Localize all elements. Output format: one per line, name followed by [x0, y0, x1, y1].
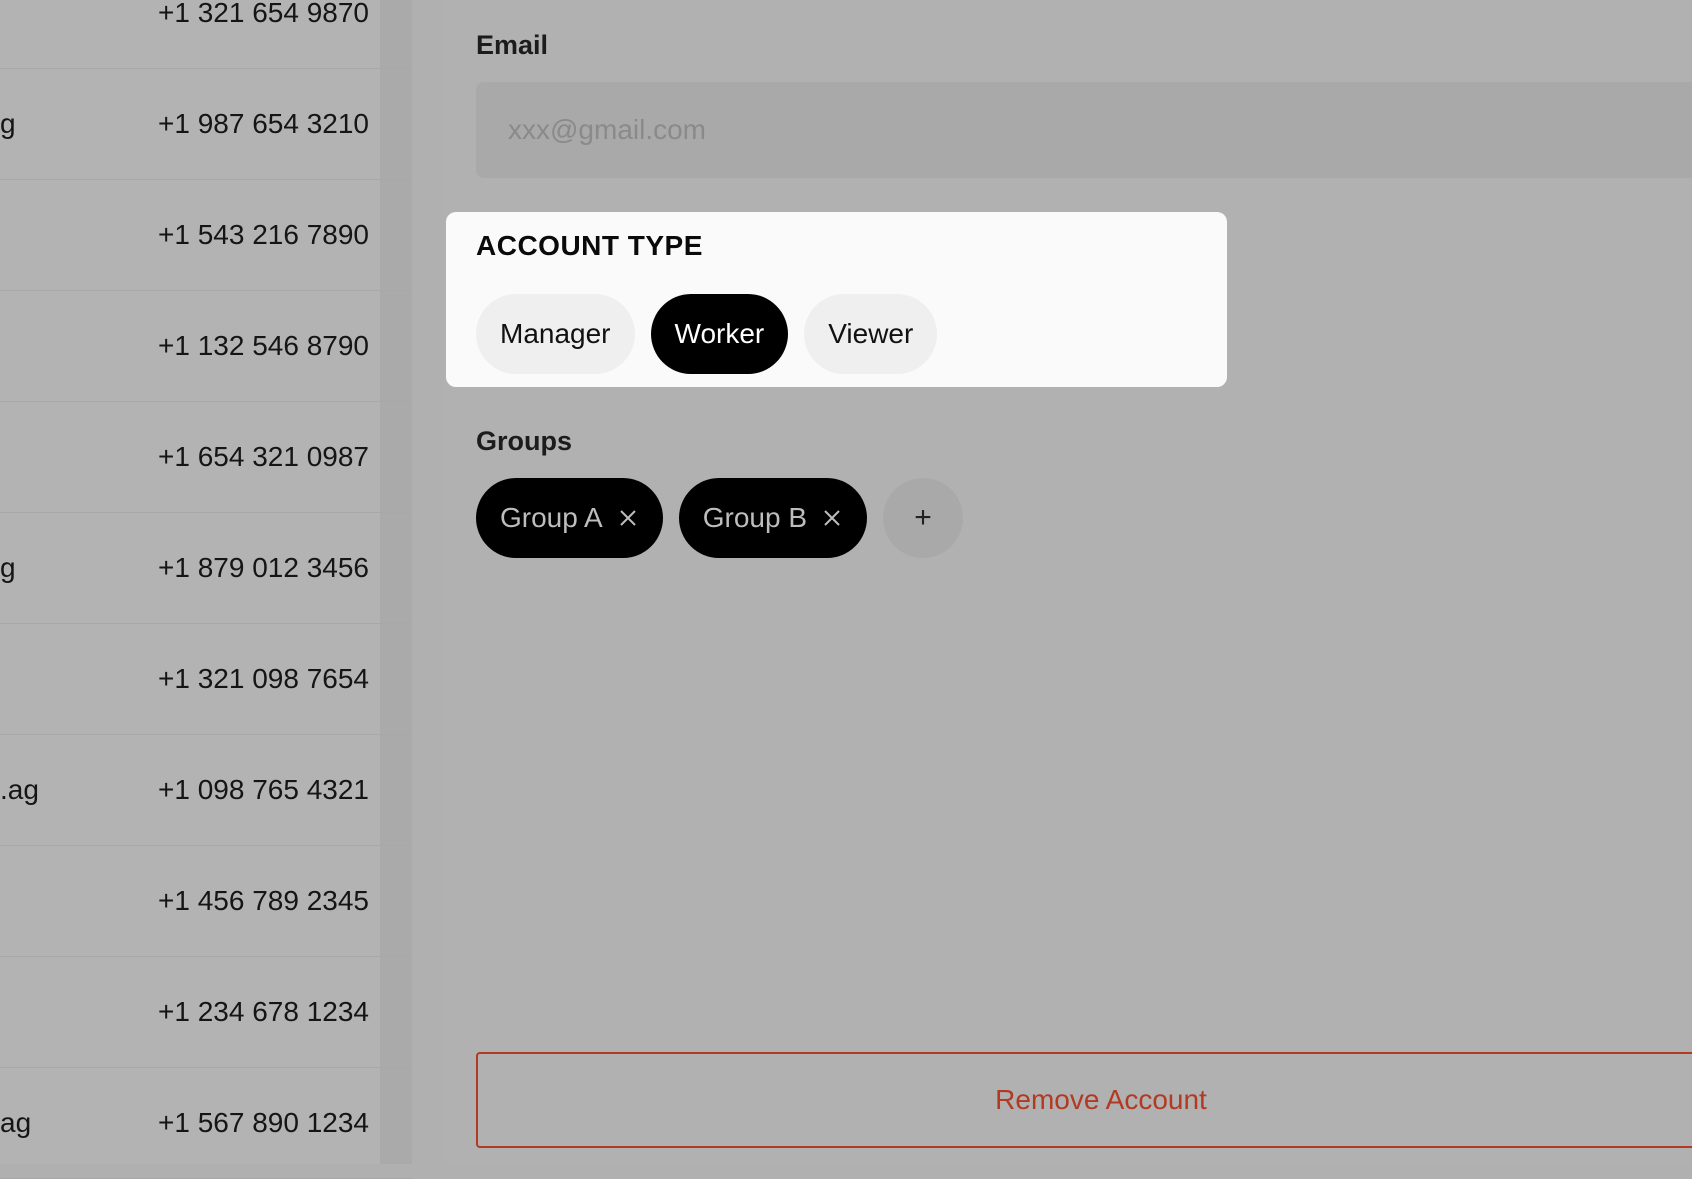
contact-row[interactable]: +1 654 321 0987: [0, 402, 412, 513]
contact-email: .ag: [0, 774, 39, 805]
contact-row[interactable]: ag +1 567 890 1234: [0, 1068, 412, 1179]
account-type-options: Manager Worker Viewer: [476, 294, 938, 374]
groups-list: Group A Group B +: [476, 478, 964, 558]
contact-phone: +1 654 321 0987: [158, 441, 369, 472]
contact-row[interactable]: .ag +1 098 765 4321: [0, 735, 412, 846]
contact-row[interactable]: +1 456 789 2345: [0, 846, 412, 957]
contact-phone: +1 456 789 2345: [158, 885, 369, 916]
contacts-list: +1 321 654 9870 g +1 987 654 3210 +1 543…: [0, 0, 412, 1179]
group-chip-label: Group B: [702, 502, 808, 533]
close-icon[interactable]: [617, 507, 639, 529]
group-chip[interactable]: Group B: [678, 478, 868, 558]
group-chip[interactable]: Group A: [476, 478, 663, 558]
account-type-option-manager[interactable]: Manager: [476, 294, 635, 374]
account-detail-panel: Email Groups Group A Group B + Remove Ac…: [444, 0, 1692, 1164]
contact-email: g: [0, 108, 16, 139]
contact-row[interactable]: +1 543 216 7890: [0, 180, 412, 291]
contact-phone: +1 987 654 3210: [158, 108, 369, 139]
contact-row[interactable]: +1 132 546 8790: [0, 291, 412, 402]
plus-icon: +: [914, 501, 932, 534]
remove-account-button[interactable]: Remove Account: [476, 1052, 1692, 1148]
contact-row[interactable]: +1 234 678 1234: [0, 957, 412, 1068]
account-type-card: ACCOUNT TYPE Manager Worker Viewer: [446, 212, 1227, 387]
contact-phone: +1 098 765 4321: [158, 774, 369, 805]
contact-phone: +1 879 012 3456: [158, 552, 369, 583]
contact-email: ag: [0, 1107, 32, 1138]
contact-row[interactable]: +1 321 654 9870: [0, 0, 412, 69]
contact-phone: +1 132 546 8790: [158, 330, 369, 361]
close-icon[interactable]: [821, 507, 843, 529]
contact-phone: +1 234 678 1234: [158, 996, 369, 1027]
email-field[interactable]: [476, 82, 1692, 178]
add-group-button[interactable]: +: [883, 478, 964, 558]
contact-email: g: [0, 552, 16, 583]
contact-row[interactable]: +1 321 098 7654: [0, 624, 412, 735]
contact-phone: +1 321 098 7654: [158, 663, 369, 694]
account-type-option-viewer[interactable]: Viewer: [804, 294, 938, 374]
contact-phone: +1 567 890 1234: [158, 1107, 369, 1138]
group-chip-label: Group A: [500, 502, 603, 533]
email-label: Email: [476, 30, 549, 60]
contact-row[interactable]: g +1 987 654 3210: [0, 69, 412, 180]
contact-row[interactable]: g +1 879 012 3456: [0, 513, 412, 624]
groups-label: Groups: [476, 426, 573, 456]
contact-phone: +1 321 654 9870: [158, 0, 369, 28]
account-type-option-worker[interactable]: Worker: [650, 294, 789, 374]
contact-phone: +1 543 216 7890: [158, 219, 369, 250]
account-type-title: ACCOUNT TYPE: [476, 230, 703, 261]
